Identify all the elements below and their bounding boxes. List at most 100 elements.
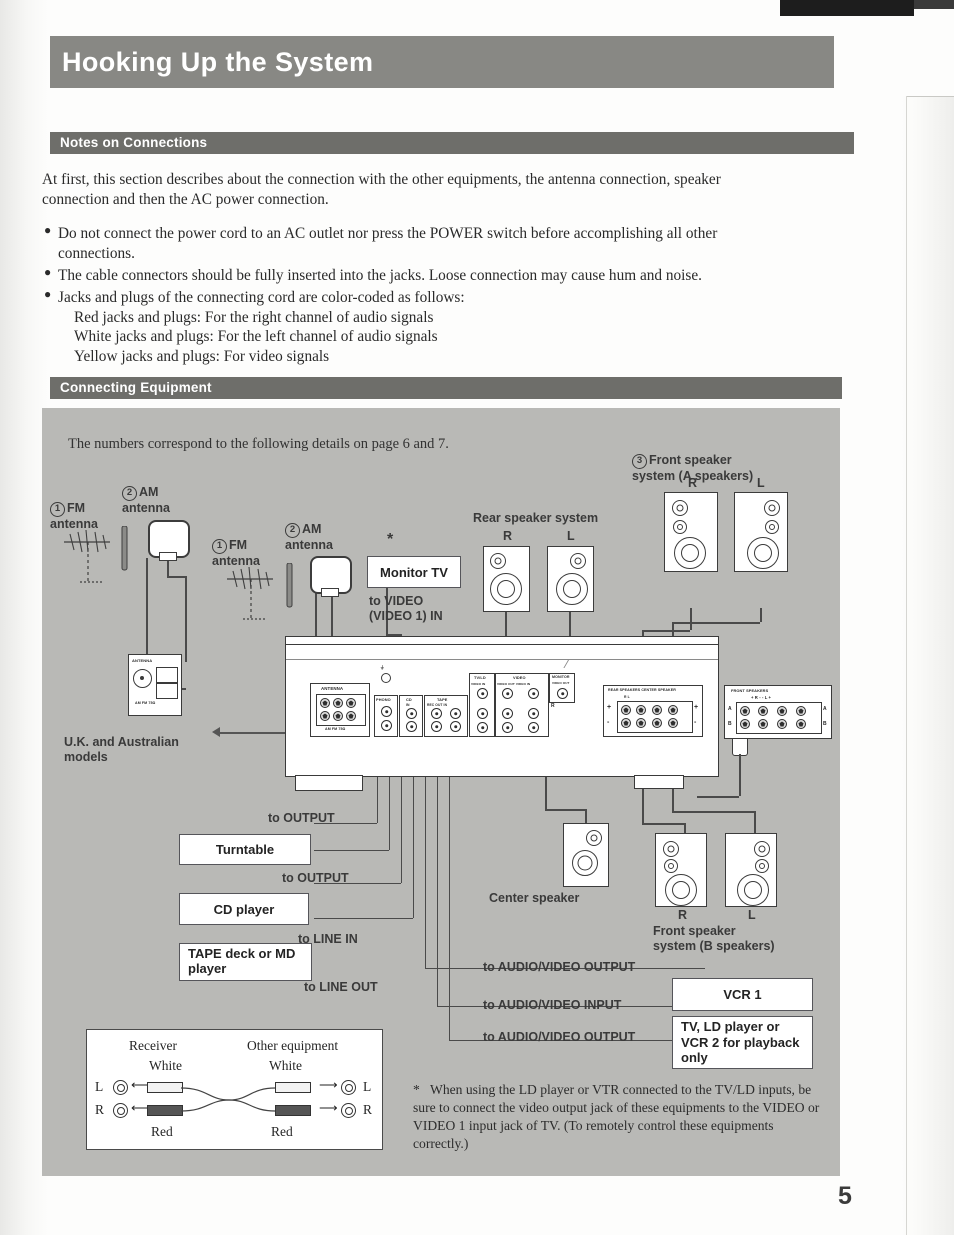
front-speaker-b-l-label: L	[748, 908, 756, 922]
rear-speaker-l-label: L	[567, 529, 575, 543]
turntable-box[interactable]: Turntable	[179, 834, 311, 865]
jack-video-audio-out-l	[502, 708, 513, 719]
page-title: Hooking Up the System	[62, 47, 374, 77]
jack-label-tvld: TV/LD	[474, 675, 486, 680]
jack-cd-l	[406, 708, 417, 719]
jack-video-out	[502, 688, 513, 699]
jack-label-cd: CD	[406, 697, 412, 702]
legend-white-right-label: White	[269, 1058, 302, 1073]
cable-fb-r-h	[642, 823, 684, 825]
front-speaker-a-r-label: R	[688, 476, 698, 490]
vcr1-input-cable-label: to AUDIO/VIDEO INPUT	[483, 998, 622, 1012]
cable-fa-l-v	[760, 608, 762, 622]
legend-r-right: R	[363, 1102, 373, 1117]
uk-australian-models-label: U.K. and Australian models	[64, 735, 179, 764]
jack-phono-l	[381, 706, 392, 717]
fm-antenna-1-icon	[64, 526, 128, 584]
bullet-dot-icon: ●	[44, 264, 52, 279]
jack-group-antenna: ANTENNA AM FM 75Ω	[310, 683, 370, 737]
jack-tape-recout-l	[431, 708, 442, 719]
bullet-dot-icon: ●	[44, 286, 52, 301]
vcr1-output-cable-label: to AUDIO/VIDEO OUTPUT	[483, 960, 636, 974]
legend-receiver-label: Receiver	[129, 1038, 177, 1053]
color-code-yellow: Yellow jacks and plugs: For video signal…	[74, 348, 330, 366]
jack-group-tvld: TV/LD VIDEO IN	[469, 673, 495, 737]
jack-tvld-audio-r	[477, 722, 488, 733]
terminal-group-rear-center-speakers: REAR SPEAKERS CENTER SPEAKER R L + - + -	[603, 685, 703, 737]
legend-jack-l-right-icon	[341, 1080, 356, 1095]
list-item: ● Jacks and plugs of the connecting cord …	[42, 286, 722, 368]
jack-phono-r	[381, 720, 392, 731]
front-speaker-b-title: Front speaker system (B speakers)	[653, 924, 775, 953]
polarity-plus-center: +	[694, 704, 699, 711]
turntable-cable-label: to OUTPUT	[268, 811, 335, 825]
page-number: 5	[838, 1182, 852, 1210]
legend-plug-white-right-icon	[275, 1082, 311, 1093]
antenna-fm-2-label: 1 FM antenna	[212, 537, 260, 568]
monitor-tv-box[interactable]: Monitor TV	[367, 556, 461, 588]
legend-plug-white-left-icon	[147, 1082, 183, 1093]
antenna-am-1-label: 2 AM antenna	[122, 484, 170, 515]
cable-center-h	[545, 809, 585, 811]
jack-tape-in-r	[450, 721, 461, 732]
notes-intro-paragraph: At first, this section describes about t…	[42, 171, 721, 208]
tape-deck-line-out-label: to LINE OUT	[304, 980, 378, 994]
front-speaker-a-l-label: L	[757, 476, 765, 490]
uk-arrow-icon	[212, 727, 220, 737]
tv-ld-player-box[interactable]: TV, LD player or VCR 2 for playback only	[672, 1016, 813, 1069]
color-code-red: Red jacks and plugs: For the right chann…	[74, 308, 434, 326]
cable-rear-l-a	[569, 610, 571, 632]
cable-fb-l-h	[672, 811, 754, 813]
polarity-minus-rear: -	[607, 719, 610, 726]
callout-number-1-icon: 1	[50, 501, 65, 517]
center-speaker-label: Center speaker	[489, 891, 580, 905]
scan-right-edge	[900, 96, 954, 1235]
notes-bullet-list: ● Do not connect the power cord to an AC …	[42, 223, 722, 369]
terminal-group-front-speakers: FRONT SPEAKERS + R - - L + A B A B	[724, 685, 832, 739]
terminal-row-b-left: B	[728, 721, 732, 727]
scan-corner-line-vertical	[906, 96, 907, 1235]
diagram-footnote: * When using the LD player or VTR connec…	[413, 1081, 823, 1153]
front-speaker-b-right	[655, 833, 707, 907]
rear-speaker-left	[547, 546, 594, 612]
receiver-foot-left	[295, 775, 363, 791]
legend-plug-red-right-icon	[275, 1105, 311, 1116]
jack-label-tape: TAPE	[437, 697, 448, 702]
jack-video-audio-in-r	[528, 722, 539, 733]
cd-player-box[interactable]: CD player	[179, 893, 309, 925]
bullet-text: The cable connectors should be fully ins…	[58, 266, 702, 284]
jack-group-video: VIDEO VIDEO OUT VIDEO IN	[495, 673, 549, 737]
legend-l-left: L	[95, 1079, 104, 1094]
jack-monitor-video-out	[557, 688, 568, 699]
jack-tvld-audio-l	[477, 708, 488, 719]
callout-number-1-icon: 1	[212, 538, 227, 554]
jack-label-monitor-sub: VIDEO OUT	[552, 681, 570, 685]
cable-right-connector-h	[697, 796, 739, 798]
cable-fa-l-h	[672, 622, 760, 624]
jack-group-tape: TAPE REC OUT IN	[424, 695, 468, 737]
bullet-text: Do not connect the power cord to an AC o…	[58, 225, 718, 262]
callout-number-2-icon: 2	[285, 522, 300, 538]
terminal-row-a-left: A	[728, 706, 732, 712]
uk-terminal-bottom	[156, 683, 178, 699]
scan-top-dark-band	[780, 0, 914, 16]
terminal-label-rear-sub: R L	[624, 695, 630, 699]
jack-cd-r	[406, 721, 417, 732]
scan-corner-line-horizontal	[906, 96, 954, 97]
tape-deck-box[interactable]: TAPE deck or MD player	[179, 943, 312, 981]
cd-player-cable-label: to OUTPUT	[282, 871, 349, 885]
cable-right-connector	[739, 754, 741, 796]
page-title-bar: Hooking Up the System	[50, 36, 834, 88]
cable-fa-r-v	[690, 608, 692, 630]
terminal-label-rear-center: REAR SPEAKERS CENTER SPEAKER	[608, 688, 676, 692]
legend-l-right: L	[363, 1079, 372, 1094]
vcr1-box[interactable]: VCR 1	[672, 978, 813, 1011]
antenna-fm-1-label: 1 FM antenna	[50, 500, 98, 531]
uk-terminal-top	[156, 667, 178, 683]
terminal-label-front: FRONT SPEAKERS	[731, 688, 769, 693]
channel-label-r: R	[551, 703, 555, 709]
vcr1-label: VCR 1	[723, 987, 762, 1002]
legend-red-right-label: Red	[271, 1124, 293, 1139]
cable-am1-h	[167, 576, 185, 578]
list-item: ● Do not connect the power cord to an AC …	[42, 223, 722, 264]
